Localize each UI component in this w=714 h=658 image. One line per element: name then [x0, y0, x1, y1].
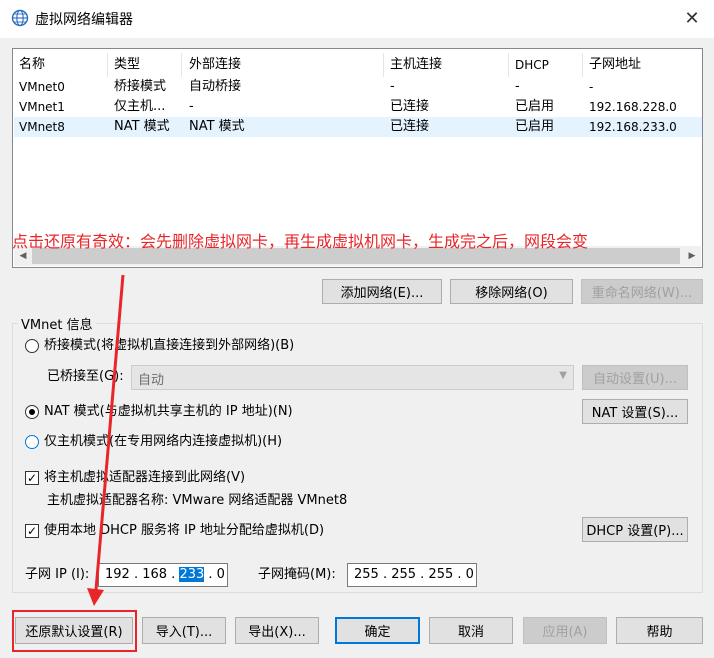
subnet-ip-suffix: . 0 — [208, 567, 225, 582]
help-button[interactable]: 帮助 — [616, 617, 703, 644]
subnet-mask-label: 子网掩码(M): — [258, 567, 336, 582]
close-icon: ✕ — [684, 7, 700, 29]
cell-external: 自动桥接 — [189, 79, 242, 94]
column-divider — [582, 53, 583, 77]
close-button[interactable]: ✕ — [674, 3, 710, 33]
host-only-label[interactable]: 仅主机模式(在专用网络内连接虚拟机)(H) — [44, 433, 282, 451]
cell-name: VMnet1 — [19, 100, 65, 114]
table-row[interactable]: VMnet0 桥接模式 自动桥接 - - - — [14, 77, 702, 97]
cell-type: NAT 模式 — [114, 119, 170, 134]
add-network-button[interactable]: 添加网络(E)... — [322, 279, 442, 304]
cell-name: VMnet8 — [19, 120, 65, 134]
host-only-radio[interactable] — [25, 435, 39, 449]
checkmark-icon: ✓ — [26, 524, 38, 538]
column-header-name[interactable]: 名称 — [19, 54, 45, 76]
column-divider — [181, 53, 182, 77]
bridged-to-value: 自动 — [138, 373, 165, 388]
globe-icon — [11, 9, 29, 27]
column-header-external[interactable]: 外部连接 — [189, 54, 241, 76]
adapter-name-text: 主机虚拟适配器名称: VMware 网络适配器 VMnet8 — [47, 493, 348, 508]
checkmark-icon: ✓ — [26, 471, 38, 485]
bridge-mode-radio[interactable] — [25, 339, 39, 353]
subnet-mask-input[interactable]: 255 . 255 . 255 . 0 — [347, 563, 477, 587]
bridged-to-label: 已桥接至(G): — [47, 369, 124, 384]
apply-button[interactable]: 应用(A) — [523, 617, 607, 644]
subnet-ip-input[interactable]: 192 . 168 . 233 . 0 — [98, 563, 228, 587]
annotation-text: 点击还原有奇效：会先删除虚拟网卡，再生成虚拟机网卡，生成完之后，网段会变 — [12, 232, 589, 251]
subnet-ip-prefix: 192 . 168 . — [105, 567, 176, 582]
import-button[interactable]: 导入(T)... — [142, 617, 226, 644]
cell-dhcp: 已启用 — [515, 119, 555, 134]
cell-type: 桥接模式 — [114, 79, 167, 94]
export-button[interactable]: 导出(X)... — [235, 617, 319, 644]
column-header-dhcp[interactable]: DHCP — [515, 54, 549, 76]
remove-network-button[interactable]: 移除网络(O) — [450, 279, 573, 304]
column-header-subnet[interactable]: 子网地址 — [589, 54, 641, 76]
cancel-button[interactable]: 取消 — [429, 617, 513, 644]
subnet-ip-label: 子网 IP (I): — [25, 567, 90, 582]
nat-mode-label[interactable]: NAT 模式(与虚拟机共享主机的 IP 地址)(N) — [44, 403, 293, 421]
column-header-host[interactable]: 主机连接 — [390, 54, 442, 76]
bridged-to-select[interactable]: 自动 ▼ — [131, 365, 574, 390]
connect-adapter-label[interactable]: 将主机虚拟适配器连接到此网络(V) — [44, 469, 245, 487]
cell-external: NAT 模式 — [189, 119, 245, 134]
chevron-down-icon: ▼ — [559, 370, 567, 381]
cell-external: - — [189, 99, 194, 114]
column-header-type[interactable]: 类型 — [114, 54, 140, 76]
use-dhcp-label[interactable]: 使用本地 DHCP 服务将 IP 地址分配给虚拟机(D) — [44, 522, 324, 540]
cell-dhcp: - — [515, 79, 520, 94]
table-row-selected[interactable]: VMnet8 NAT 模式 NAT 模式 已连接 已启用 192.168.233… — [14, 117, 702, 137]
vmnet-info-group — [12, 323, 703, 593]
cell-host: - — [390, 79, 395, 94]
cell-name: VMnet0 — [19, 80, 65, 94]
subnet-ip-selected-octet: 233 — [179, 567, 205, 582]
auto-settings-button[interactable]: 自动设置(U)... — [582, 365, 688, 390]
cell-host: 已连接 — [390, 99, 430, 114]
use-dhcp-checkbox[interactable]: ✓ — [25, 524, 39, 538]
column-divider — [508, 53, 509, 77]
cell-host: 已连接 — [390, 119, 430, 134]
cell-subnet: - — [589, 80, 594, 94]
column-divider — [107, 53, 108, 77]
cell-dhcp: 已启用 — [515, 99, 555, 114]
window-title: 虚拟网络编辑器 — [35, 12, 133, 28]
connect-adapter-checkbox[interactable]: ✓ — [25, 471, 39, 485]
group-title: VMnet 信息 — [18, 314, 96, 333]
cell-subnet: 192.168.233.0 — [589, 120, 677, 134]
dhcp-settings-button[interactable]: DHCP 设置(P)... — [582, 517, 688, 542]
ok-button[interactable]: 确定 — [335, 617, 420, 644]
bridge-mode-label[interactable]: 桥接模式(将虚拟机直接连接到外部网络)(B) — [44, 337, 294, 355]
column-divider — [383, 53, 384, 77]
nat-settings-button[interactable]: NAT 设置(S)... — [582, 399, 688, 424]
nat-mode-radio[interactable] — [25, 405, 39, 419]
cell-subnet: 192.168.228.0 — [589, 100, 677, 114]
table-row[interactable]: VMnet1 仅主机... - 已连接 已启用 192.168.228.0 — [14, 97, 702, 117]
cell-type: 仅主机... — [114, 99, 166, 114]
highlight-box — [12, 610, 137, 652]
rename-network-button[interactable]: 重命名网络(W)... — [581, 279, 703, 304]
